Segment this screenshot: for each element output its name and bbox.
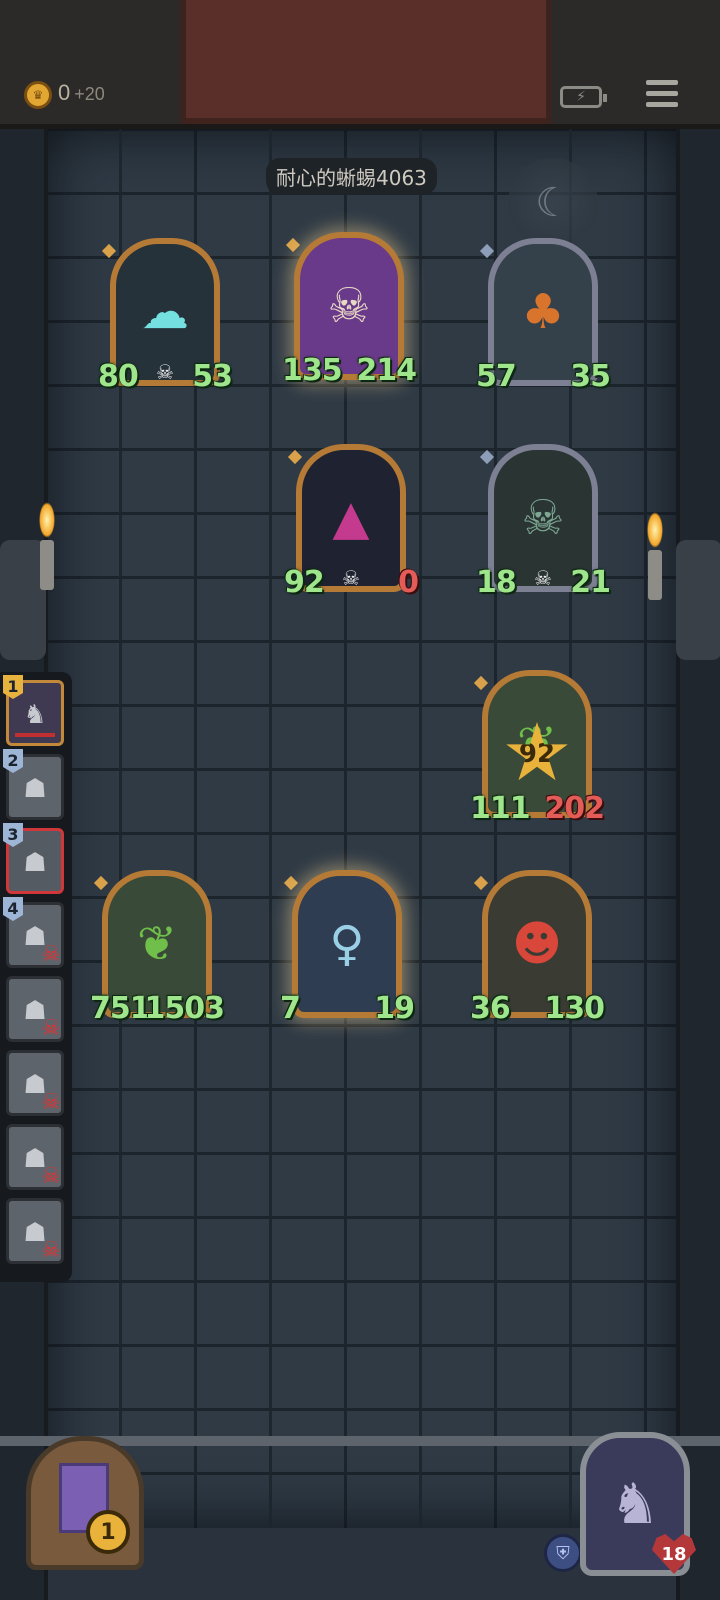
deck-count: 1 — [86, 1510, 130, 1554]
shield-icon[interactable]: ⛨ — [544, 1534, 582, 1572]
enemy-card-ghost[interactable]: ☁ ☠ 80 53 — [98, 238, 233, 394]
enemy-card-skeleton[interactable]: ☠ ☠ 18 21 — [476, 444, 611, 600]
player-card-elf[interactable]: ♀ 7 19 — [280, 870, 415, 1026]
creature-icon: ☗ — [23, 774, 47, 804]
health-value: 53 — [192, 359, 233, 394]
creature-icon: ☗ — [23, 848, 47, 878]
queue-item[interactable]: ☗ ☠ — [6, 1198, 64, 1264]
coin-counter: 0 +20 — [58, 80, 105, 106]
attack-value: 7 — [280, 991, 301, 1026]
skull-icon: ☠ — [156, 360, 174, 384]
queue-item[interactable]: 2 ☗ — [3, 749, 64, 820]
enemy-card-pirate[interactable]: ☠ 135 214 — [282, 232, 417, 388]
enemy-card-wizard[interactable]: ▲ ☠ 92 0 — [284, 444, 419, 600]
queue-health-bar — [15, 733, 55, 737]
attack-value: 18 — [476, 565, 517, 600]
attack-value: 751 — [90, 991, 151, 1026]
deck-pile[interactable] — [26, 1436, 144, 1570]
health-value: 19 — [374, 991, 415, 1026]
skull-crossbones-icon: ☠ — [41, 1090, 61, 1115]
skull-icon: ☠ — [342, 566, 360, 590]
health-value: 35 — [570, 359, 611, 394]
skull-crossbones-icon: ☠ — [41, 1016, 61, 1041]
bat-icon: ♞ — [23, 700, 47, 730]
skull-crossbones-icon: ☠ — [41, 1238, 61, 1263]
queue-item[interactable]: ☗ ☠ — [6, 1124, 64, 1190]
player-card-imp[interactable]: ☻ 36 130 — [470, 870, 605, 1026]
health-value: 21 — [570, 565, 611, 600]
health-value: 1503 — [144, 991, 225, 1026]
enemy-card-pumpkin[interactable]: ♣ 57 35 — [476, 238, 611, 394]
skull-crossbones-icon: ☠ — [41, 1164, 61, 1189]
attack-value: 36 — [470, 991, 511, 1026]
queue-item[interactable]: ☗ ☠ — [6, 1050, 64, 1116]
attack-value: 92 — [284, 565, 325, 600]
opponent-queue: 1 ♞ 2 ☗ 3 ☗ 4 ☗ ☠ ☗ ☠ ☗ ☠ ☗ ☠ ☗ ☠ — [0, 672, 72, 1282]
attack-value: 57 — [476, 359, 517, 394]
health-value: 0 — [398, 565, 419, 600]
crown-coin-icon: ♛ — [24, 81, 52, 109]
battery-saver-icon[interactable]: ⚡ — [560, 86, 607, 108]
health-value: 202 — [544, 791, 605, 826]
left-torch-icon — [32, 502, 62, 612]
health-value: 214 — [356, 353, 417, 388]
queue-item[interactable]: 4 ☗ ☠ — [3, 897, 64, 968]
right-pillar — [676, 120, 720, 1600]
health-value: 130 — [544, 991, 605, 1026]
queue-item[interactable]: 1 ♞ — [3, 675, 64, 746]
player-card-leaf-girl[interactable]: ❦ 751 1503 — [90, 870, 225, 1026]
coin-value: 0 — [58, 80, 71, 105]
attack-value: 135 — [282, 353, 343, 388]
right-torch-bracket — [676, 540, 720, 660]
attack-value: 111 — [470, 791, 531, 826]
skull-crossbones-icon: ☠ — [41, 942, 61, 967]
scythe-icon[interactable]: ☾ — [508, 158, 598, 248]
hanging-banner — [180, 0, 552, 124]
queue-item[interactable]: ☗ ☠ — [6, 976, 64, 1042]
coin-bonus: +20 — [74, 84, 105, 104]
player-card-mandrake[interactable]: ❦ 92 111 202 — [470, 670, 605, 826]
right-torch-icon — [640, 512, 670, 622]
opponent-name: 耐心的蜥蜴4063 — [266, 158, 437, 195]
game-screen: ♛ 0 +20 ⚡ 耐心的蜥蜴4063 ☾ ☁ ☠ 80 53 ☠ 135 214… — [0, 0, 720, 1600]
skull-icon: ☠ — [534, 566, 552, 590]
queue-item[interactable]: 3 ☗ — [3, 823, 64, 894]
bat-icon: ♞ — [609, 1471, 661, 1537]
menu-icon[interactable] — [646, 80, 678, 110]
attack-value: 80 — [98, 359, 139, 394]
